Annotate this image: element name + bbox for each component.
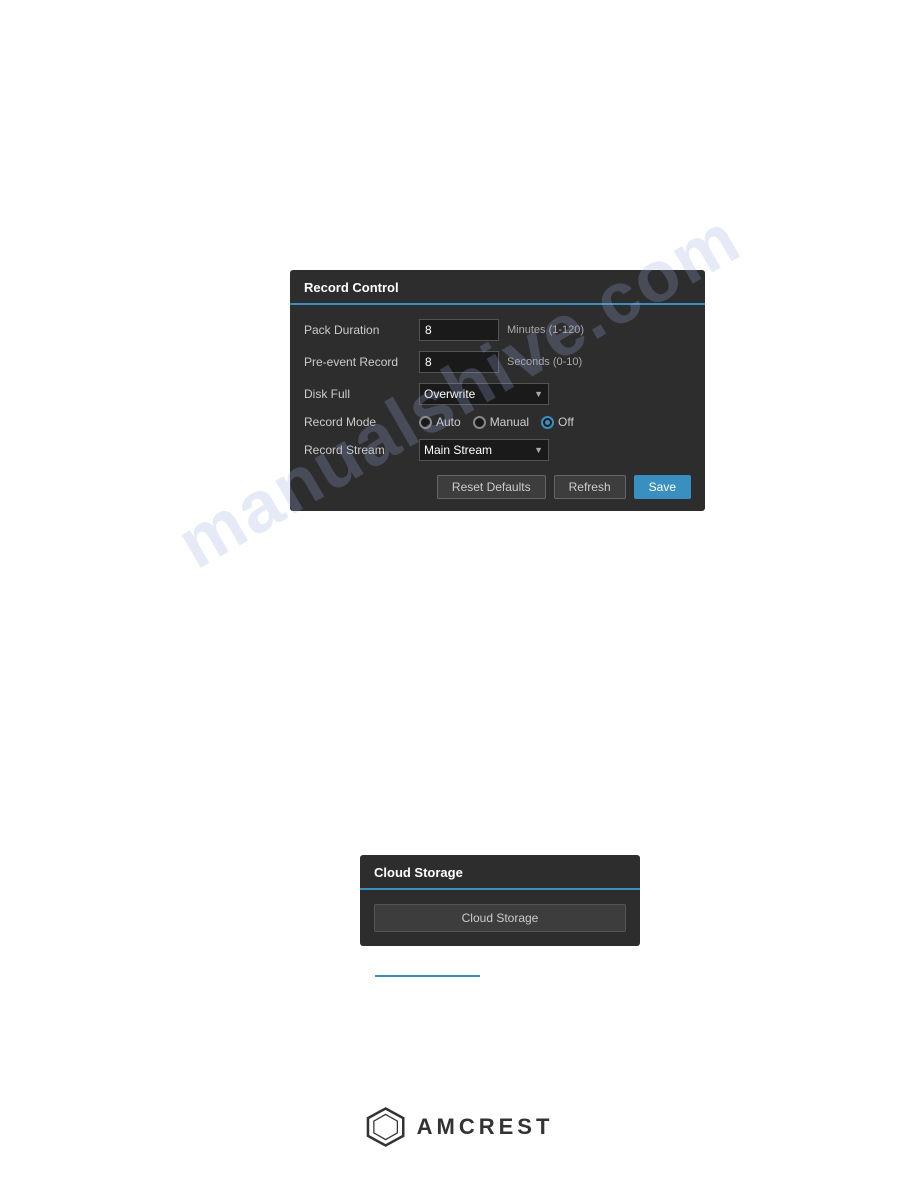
- record-mode-auto[interactable]: Auto: [419, 415, 461, 429]
- pack-duration-input[interactable]: [419, 319, 499, 341]
- reset-defaults-button[interactable]: Reset Defaults: [437, 475, 546, 499]
- cloud-storage-button[interactable]: Cloud Storage: [374, 904, 626, 932]
- pre-event-record-hint: Seconds (0-10): [507, 356, 582, 368]
- record-stream-select[interactable]: Main Stream Sub Stream: [419, 439, 549, 461]
- disk-full-label: Disk Full: [304, 387, 419, 401]
- disk-full-row: Disk Full Overwrite Stop: [304, 383, 691, 405]
- radio-auto-circle: [419, 416, 432, 429]
- radio-manual-circle: [473, 416, 486, 429]
- cloud-storage-panel: Cloud Storage Cloud Storage: [360, 855, 640, 946]
- cloud-storage-body: Cloud Storage: [360, 890, 640, 946]
- radio-off-circle: [541, 416, 554, 429]
- record-control-panel: Record Control Pack Duration Minutes (1-…: [290, 270, 705, 511]
- amcrest-hexagon-icon: [365, 1106, 407, 1148]
- pack-duration-label: Pack Duration: [304, 323, 419, 337]
- record-control-title: Record Control: [290, 270, 705, 305]
- record-mode-row: Record Mode Auto Manual Off: [304, 415, 691, 429]
- record-mode-off[interactable]: Off: [541, 415, 574, 429]
- save-button[interactable]: Save: [634, 475, 691, 499]
- amcrest-logo: AMCREST: [365, 1106, 554, 1148]
- pre-event-record-label: Pre-event Record: [304, 355, 419, 369]
- refresh-button[interactable]: Refresh: [554, 475, 626, 499]
- record-control-body: Pack Duration Minutes (1-120) Pre-event …: [290, 305, 705, 511]
- record-mode-label: Record Mode: [304, 415, 419, 429]
- radio-auto-label: Auto: [436, 415, 461, 429]
- disk-full-select[interactable]: Overwrite Stop: [419, 383, 549, 405]
- cloud-storage-underline: [375, 975, 480, 977]
- record-control-buttons: Reset Defaults Refresh Save: [304, 475, 691, 499]
- record-mode-manual[interactable]: Manual: [473, 415, 529, 429]
- record-stream-select-wrapper: Main Stream Sub Stream: [419, 439, 549, 461]
- disk-full-select-wrapper: Overwrite Stop: [419, 383, 549, 405]
- radio-manual-label: Manual: [490, 415, 529, 429]
- record-stream-row: Record Stream Main Stream Sub Stream: [304, 439, 691, 461]
- pre-event-record-row: Pre-event Record Seconds (0-10): [304, 351, 691, 373]
- pack-duration-row: Pack Duration Minutes (1-120): [304, 319, 691, 341]
- record-mode-radio-group: Auto Manual Off: [419, 415, 574, 429]
- amcrest-brand-text: AMCREST: [417, 1114, 554, 1140]
- pack-duration-hint: Minutes (1-120): [507, 324, 584, 336]
- record-stream-label: Record Stream: [304, 443, 419, 457]
- radio-off-label: Off: [558, 415, 574, 429]
- pre-event-record-input[interactable]: [419, 351, 499, 373]
- cloud-storage-title: Cloud Storage: [360, 855, 640, 890]
